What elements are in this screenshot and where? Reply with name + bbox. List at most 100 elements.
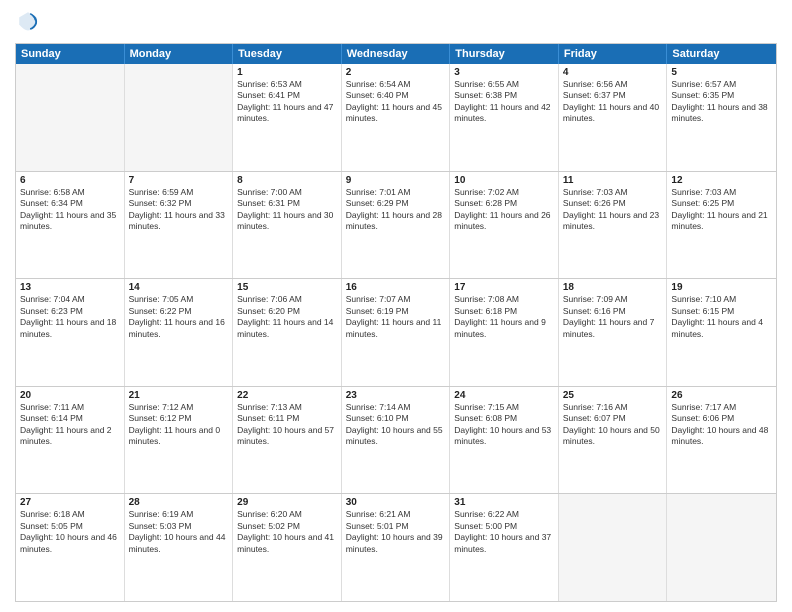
day-info: Sunrise: 7:09 AMSunset: 6:16 PMDaylight:… (563, 294, 663, 340)
weekday-header: Wednesday (342, 44, 451, 64)
calendar-cell: 25Sunrise: 7:16 AMSunset: 6:07 PMDayligh… (559, 387, 668, 494)
calendar-row: 13Sunrise: 7:04 AMSunset: 6:23 PMDayligh… (16, 278, 776, 386)
calendar-cell: 19Sunrise: 7:10 AMSunset: 6:15 PMDayligh… (667, 279, 776, 386)
day-info: Sunrise: 7:03 AMSunset: 6:26 PMDaylight:… (563, 187, 663, 233)
calendar-cell: 28Sunrise: 6:19 AMSunset: 5:03 PMDayligh… (125, 494, 234, 601)
calendar-cell: 20Sunrise: 7:11 AMSunset: 6:14 PMDayligh… (16, 387, 125, 494)
calendar-cell: 7Sunrise: 6:59 AMSunset: 6:32 PMDaylight… (125, 172, 234, 279)
day-info: Sunrise: 6:55 AMSunset: 6:38 PMDaylight:… (454, 79, 554, 125)
day-number: 22 (237, 390, 337, 401)
calendar-cell (16, 64, 125, 171)
calendar-cell: 24Sunrise: 7:15 AMSunset: 6:08 PMDayligh… (450, 387, 559, 494)
day-info: Sunrise: 7:00 AMSunset: 6:31 PMDaylight:… (237, 187, 337, 233)
calendar-cell: 3Sunrise: 6:55 AMSunset: 6:38 PMDaylight… (450, 64, 559, 171)
page: SundayMondayTuesdayWednesdayThursdayFrid… (0, 0, 792, 612)
day-info: Sunrise: 7:16 AMSunset: 6:07 PMDaylight:… (563, 402, 663, 448)
day-info: Sunrise: 6:18 AMSunset: 5:05 PMDaylight:… (20, 509, 120, 555)
day-info: Sunrise: 7:11 AMSunset: 6:14 PMDaylight:… (20, 402, 120, 448)
calendar-cell: 30Sunrise: 6:21 AMSunset: 5:01 PMDayligh… (342, 494, 451, 601)
calendar-row: 6Sunrise: 6:58 AMSunset: 6:34 PMDaylight… (16, 171, 776, 279)
day-info: Sunrise: 6:21 AMSunset: 5:01 PMDaylight:… (346, 509, 446, 555)
day-info: Sunrise: 6:58 AMSunset: 6:34 PMDaylight:… (20, 187, 120, 233)
calendar-cell: 8Sunrise: 7:00 AMSunset: 6:31 PMDaylight… (233, 172, 342, 279)
day-number: 17 (454, 282, 554, 293)
day-number: 28 (129, 497, 229, 508)
day-number: 26 (671, 390, 772, 401)
day-info: Sunrise: 7:14 AMSunset: 6:10 PMDaylight:… (346, 402, 446, 448)
calendar-cell: 31Sunrise: 6:22 AMSunset: 5:00 PMDayligh… (450, 494, 559, 601)
weekday-header: Friday (559, 44, 668, 64)
day-info: Sunrise: 6:20 AMSunset: 5:02 PMDaylight:… (237, 509, 337, 555)
day-number: 13 (20, 282, 120, 293)
calendar-cell: 23Sunrise: 7:14 AMSunset: 6:10 PMDayligh… (342, 387, 451, 494)
day-info: Sunrise: 7:01 AMSunset: 6:29 PMDaylight:… (346, 187, 446, 233)
day-info: Sunrise: 7:02 AMSunset: 6:28 PMDaylight:… (454, 187, 554, 233)
calendar-cell: 13Sunrise: 7:04 AMSunset: 6:23 PMDayligh… (16, 279, 125, 386)
weekday-header: Tuesday (233, 44, 342, 64)
calendar-cell: 27Sunrise: 6:18 AMSunset: 5:05 PMDayligh… (16, 494, 125, 601)
calendar-cell (667, 494, 776, 601)
calendar-cell: 1Sunrise: 6:53 AMSunset: 6:41 PMDaylight… (233, 64, 342, 171)
day-number: 3 (454, 67, 554, 78)
calendar-cell: 15Sunrise: 7:06 AMSunset: 6:20 PMDayligh… (233, 279, 342, 386)
calendar-row: 1Sunrise: 6:53 AMSunset: 6:41 PMDaylight… (16, 64, 776, 171)
weekday-header: Sunday (16, 44, 125, 64)
day-number: 4 (563, 67, 663, 78)
day-info: Sunrise: 6:56 AMSunset: 6:37 PMDaylight:… (563, 79, 663, 125)
day-info: Sunrise: 6:19 AMSunset: 5:03 PMDaylight:… (129, 509, 229, 555)
day-info: Sunrise: 7:10 AMSunset: 6:15 PMDaylight:… (671, 294, 772, 340)
day-number: 15 (237, 282, 337, 293)
weekday-header: Thursday (450, 44, 559, 64)
weekday-header: Saturday (667, 44, 776, 64)
calendar-cell: 18Sunrise: 7:09 AMSunset: 6:16 PMDayligh… (559, 279, 668, 386)
day-number: 27 (20, 497, 120, 508)
calendar: SundayMondayTuesdayWednesdayThursdayFrid… (15, 43, 777, 602)
calendar-cell: 5Sunrise: 6:57 AMSunset: 6:35 PMDaylight… (667, 64, 776, 171)
day-number: 31 (454, 497, 554, 508)
day-info: Sunrise: 6:22 AMSunset: 5:00 PMDaylight:… (454, 509, 554, 555)
day-number: 20 (20, 390, 120, 401)
day-info: Sunrise: 7:12 AMSunset: 6:12 PMDaylight:… (129, 402, 229, 448)
calendar-cell: 14Sunrise: 7:05 AMSunset: 6:22 PMDayligh… (125, 279, 234, 386)
day-info: Sunrise: 7:04 AMSunset: 6:23 PMDaylight:… (20, 294, 120, 340)
day-number: 1 (237, 67, 337, 78)
calendar-cell (125, 64, 234, 171)
day-number: 14 (129, 282, 229, 293)
day-number: 16 (346, 282, 446, 293)
calendar-cell: 17Sunrise: 7:08 AMSunset: 6:18 PMDayligh… (450, 279, 559, 386)
day-info: Sunrise: 6:57 AMSunset: 6:35 PMDaylight:… (671, 79, 772, 125)
day-number: 12 (671, 175, 772, 186)
calendar-row: 27Sunrise: 6:18 AMSunset: 5:05 PMDayligh… (16, 493, 776, 601)
calendar-cell: 2Sunrise: 6:54 AMSunset: 6:40 PMDaylight… (342, 64, 451, 171)
logo (15, 10, 39, 37)
calendar-cell: 11Sunrise: 7:03 AMSunset: 6:26 PMDayligh… (559, 172, 668, 279)
day-number: 18 (563, 282, 663, 293)
day-number: 5 (671, 67, 772, 78)
calendar-cell: 29Sunrise: 6:20 AMSunset: 5:02 PMDayligh… (233, 494, 342, 601)
day-info: Sunrise: 7:05 AMSunset: 6:22 PMDaylight:… (129, 294, 229, 340)
day-info: Sunrise: 7:13 AMSunset: 6:11 PMDaylight:… (237, 402, 337, 448)
day-number: 30 (346, 497, 446, 508)
day-info: Sunrise: 6:53 AMSunset: 6:41 PMDaylight:… (237, 79, 337, 125)
day-number: 2 (346, 67, 446, 78)
calendar-body: 1Sunrise: 6:53 AMSunset: 6:41 PMDaylight… (16, 64, 776, 601)
day-number: 24 (454, 390, 554, 401)
day-info: Sunrise: 7:06 AMSunset: 6:20 PMDaylight:… (237, 294, 337, 340)
day-info: Sunrise: 7:08 AMSunset: 6:18 PMDaylight:… (454, 294, 554, 340)
day-number: 11 (563, 175, 663, 186)
day-info: Sunrise: 6:59 AMSunset: 6:32 PMDaylight:… (129, 187, 229, 233)
day-number: 7 (129, 175, 229, 186)
calendar-row: 20Sunrise: 7:11 AMSunset: 6:14 PMDayligh… (16, 386, 776, 494)
calendar-cell: 26Sunrise: 7:17 AMSunset: 6:06 PMDayligh… (667, 387, 776, 494)
day-info: Sunrise: 7:15 AMSunset: 6:08 PMDaylight:… (454, 402, 554, 448)
day-number: 23 (346, 390, 446, 401)
header (15, 10, 777, 37)
day-number: 8 (237, 175, 337, 186)
calendar-cell: 22Sunrise: 7:13 AMSunset: 6:11 PMDayligh… (233, 387, 342, 494)
day-number: 6 (20, 175, 120, 186)
day-number: 9 (346, 175, 446, 186)
calendar-cell: 4Sunrise: 6:56 AMSunset: 6:37 PMDaylight… (559, 64, 668, 171)
day-number: 19 (671, 282, 772, 293)
logo-icon (17, 10, 39, 32)
day-number: 21 (129, 390, 229, 401)
